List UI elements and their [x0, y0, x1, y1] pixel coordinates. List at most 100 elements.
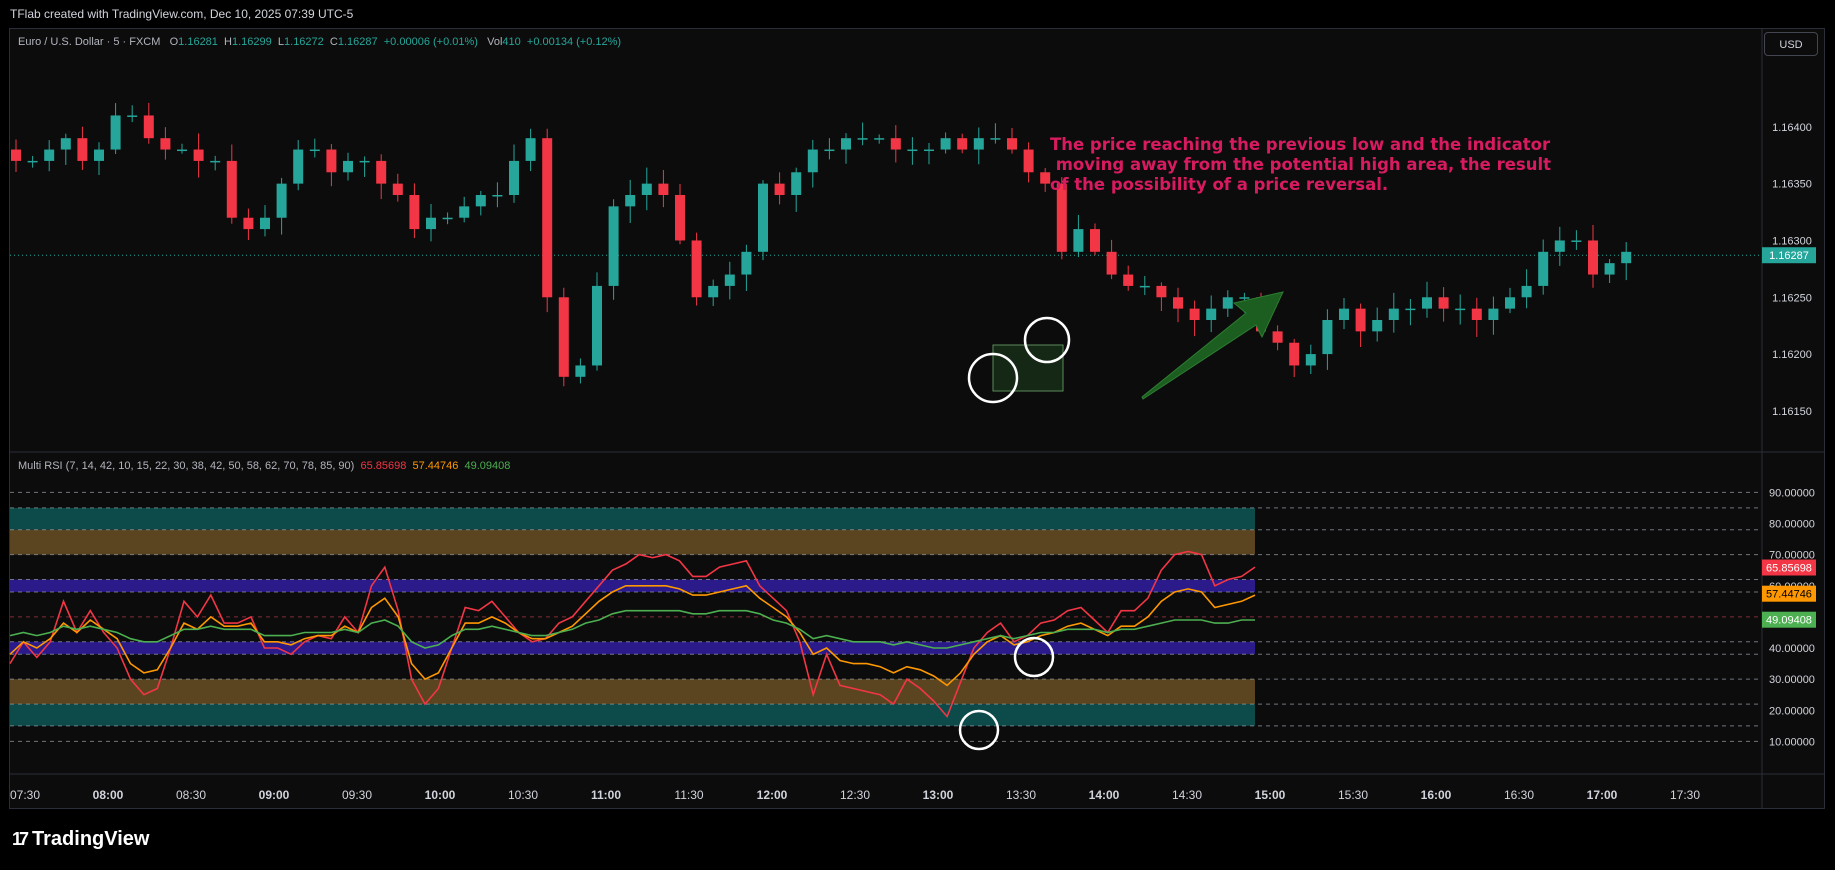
rsi-last-value-label: 49.09408	[1766, 615, 1812, 627]
candle-body	[1372, 320, 1383, 332]
time-axis-label: 15:30	[1338, 788, 1368, 802]
candle-body	[1073, 229, 1084, 252]
currency-button[interactable]: USD	[1764, 32, 1818, 56]
candle-body	[940, 138, 951, 150]
rsi-axis-label: 30.00000	[1769, 674, 1815, 686]
candle-body	[658, 183, 669, 195]
candle-body	[27, 160, 38, 163]
candle-body	[990, 138, 1001, 140]
rsi-axis-label: 40.00000	[1769, 643, 1815, 655]
candle-body	[11, 149, 21, 161]
candle-body	[1305, 354, 1316, 366]
candle-body	[608, 206, 619, 286]
candle-body	[44, 149, 55, 161]
symbol-name[interactable]: Euro / U.S. Dollar · 5 · FXCM	[18, 36, 160, 48]
candle-body	[1222, 297, 1233, 309]
candle-body	[1455, 308, 1466, 311]
candle-body	[791, 172, 802, 195]
high-value: 1.16299	[232, 36, 272, 48]
candle-body	[675, 195, 685, 241]
candle-body	[60, 138, 71, 150]
rsi-value-1: 65.85698	[360, 460, 407, 472]
open-value: 1.16281	[178, 36, 218, 48]
time-axis-label: 07:30	[10, 788, 40, 802]
rsi-axis-label: 80.00000	[1769, 518, 1815, 530]
price-axis-label: 1.16250	[1772, 292, 1812, 304]
candle-body	[1156, 285, 1167, 298]
rsi-zone-band	[10, 641, 1255, 655]
candle-body	[1189, 308, 1200, 320]
vol-change-value: +0.00134 (+0.12%)	[526, 36, 622, 48]
candle-body	[741, 251, 752, 275]
time-axis-label: 08:30	[176, 788, 206, 802]
time-axis-label: 09:00	[259, 788, 290, 802]
candle-body	[1322, 320, 1333, 355]
candle-body	[1471, 308, 1482, 320]
price-axis-label: 1.16350	[1772, 179, 1812, 191]
candle-body	[890, 138, 901, 150]
candle-body	[1289, 342, 1300, 366]
candle-body	[1023, 149, 1034, 173]
rsi-axis-label: 90.00000	[1769, 487, 1815, 499]
rsi-axis-label: 10.00000	[1769, 736, 1815, 748]
candle-body	[1388, 308, 1399, 320]
change-value: +0.00006 (+0.01%)	[383, 36, 478, 48]
candle-body	[1521, 285, 1532, 298]
time-axis-label: 17:30	[1670, 788, 1700, 802]
rsi-name[interactable]: Multi RSI (7, 14, 42, 10, 15, 22, 30, 38…	[18, 460, 354, 472]
price-axis-label: 1.16400	[1772, 122, 1812, 134]
rsi-last-value-label: 65.85698	[1766, 563, 1812, 575]
candle-body	[1621, 251, 1632, 264]
brand-name: TradingView	[32, 828, 150, 850]
candle-body	[708, 285, 719, 298]
candle-body	[1239, 297, 1250, 299]
candle-body	[392, 183, 403, 195]
candle-body	[77, 138, 88, 161]
candle-body	[575, 365, 586, 377]
candle-body	[758, 183, 768, 252]
candle-body	[177, 149, 187, 152]
vol-value: 410	[502, 36, 521, 48]
time-axis-label: 13:00	[923, 788, 954, 802]
rsi-zone-band	[10, 529, 1255, 555]
candle-body	[1173, 297, 1183, 309]
candle-body	[1007, 138, 1017, 150]
time-axis-label: 17:00	[1587, 788, 1618, 802]
candle-body	[924, 149, 934, 152]
candle-body	[1405, 308, 1416, 311]
candle-body	[226, 160, 237, 218]
trend-arrow-icon	[1141, 291, 1284, 400]
candle-body	[243, 217, 254, 230]
high-label: H	[224, 36, 232, 48]
candle-body	[1422, 297, 1432, 309]
candle-body	[874, 138, 885, 140]
brand[interactable]: 17 TradingView	[12, 828, 149, 851]
candle-body	[824, 149, 835, 152]
rsi-zone-band	[10, 704, 1255, 726]
candle-body	[94, 149, 104, 161]
candle-body	[426, 217, 436, 230]
candle-body	[1040, 172, 1051, 184]
time-axis-label: 09:30	[342, 788, 372, 802]
time-axis-label: 12:30	[840, 788, 870, 802]
candle-body	[143, 115, 154, 139]
rsi-last-value-label: 57.44746	[1766, 589, 1812, 601]
price-axis-label: 1.16200	[1772, 349, 1812, 361]
time-axis-label: 14:00	[1089, 788, 1120, 802]
candle-body	[957, 138, 968, 150]
candle-body	[1123, 274, 1134, 286]
candle-body	[359, 160, 370, 163]
candle-body	[260, 217, 270, 230]
candle-body	[276, 183, 287, 218]
time-axis-label: 11:00	[591, 788, 621, 802]
candle-body	[542, 138, 553, 298]
price-axis-label: 1.16150	[1772, 406, 1812, 418]
candle-body	[907, 149, 918, 152]
open-label: O	[169, 36, 179, 48]
rsi-series-line	[9, 584, 1256, 687]
rsi-value-2: 57.44746	[412, 460, 459, 472]
last-price-label: 1.16287	[1769, 250, 1809, 262]
rsi-zone-band	[10, 507, 1255, 530]
chart-canvas[interactable]: 1.16400 1.16350 1.16300 1.16250 1.16200 1.161…	[0, 0, 1835, 870]
candle-body	[459, 206, 470, 218]
